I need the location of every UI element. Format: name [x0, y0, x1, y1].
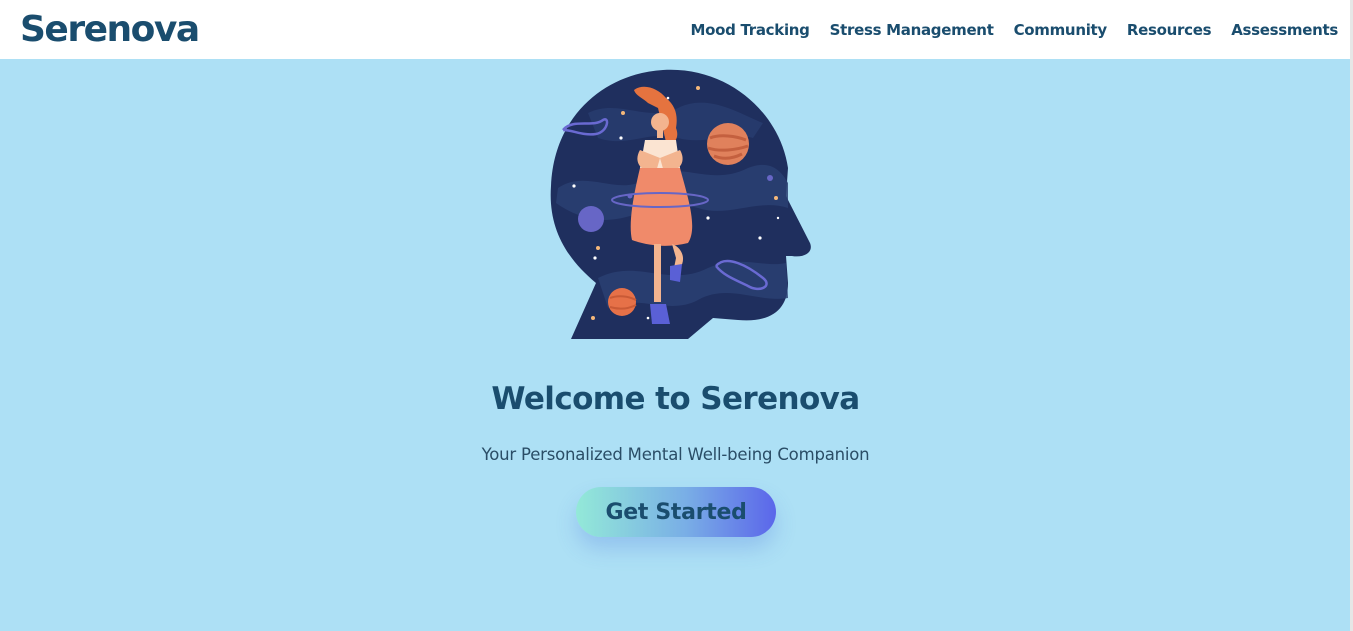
brand-logo[interactable]: Serenova — [20, 9, 200, 50]
planet-purple — [578, 206, 604, 232]
nav-link-stress-management[interactable]: Stress Management — [830, 21, 994, 39]
site-header: Serenova Mood Tracking Stress Management… — [0, 0, 1353, 59]
nav-link-assessments[interactable]: Assessments — [1231, 21, 1338, 39]
hero-section: Welcome to Serenova Your Personalized Me… — [0, 59, 1351, 631]
planet-orange-small — [608, 288, 636, 316]
head-silhouette-meditation-illustration — [550, 69, 811, 339]
nav-link-community[interactable]: Community — [1014, 21, 1108, 39]
main-nav: Mood Tracking Stress Management Communit… — [690, 21, 1338, 39]
nav-link-resources[interactable]: Resources — [1127, 21, 1212, 39]
hero-subtitle: Your Personalized Mental Well-being Comp… — [481, 445, 870, 464]
nav-link-mood-tracking[interactable]: Mood Tracking — [690, 21, 809, 39]
get-started-button[interactable]: Get Started — [576, 487, 776, 537]
hero-title: Welcome to Serenova — [491, 381, 860, 417]
